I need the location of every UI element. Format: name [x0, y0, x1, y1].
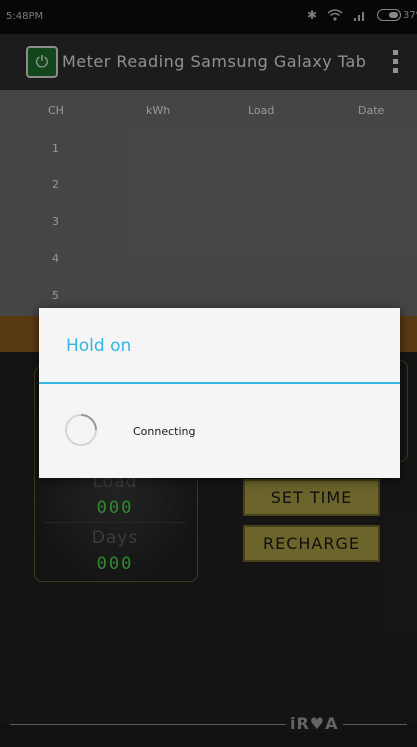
progress-dialog: Hold on Connecting — [39, 308, 400, 478]
dialog-title-divider — [39, 382, 400, 384]
dialog-title: Hold on — [66, 336, 132, 356]
dialog-message: Connecting — [133, 425, 196, 438]
loading-spinner-icon — [65, 414, 97, 446]
